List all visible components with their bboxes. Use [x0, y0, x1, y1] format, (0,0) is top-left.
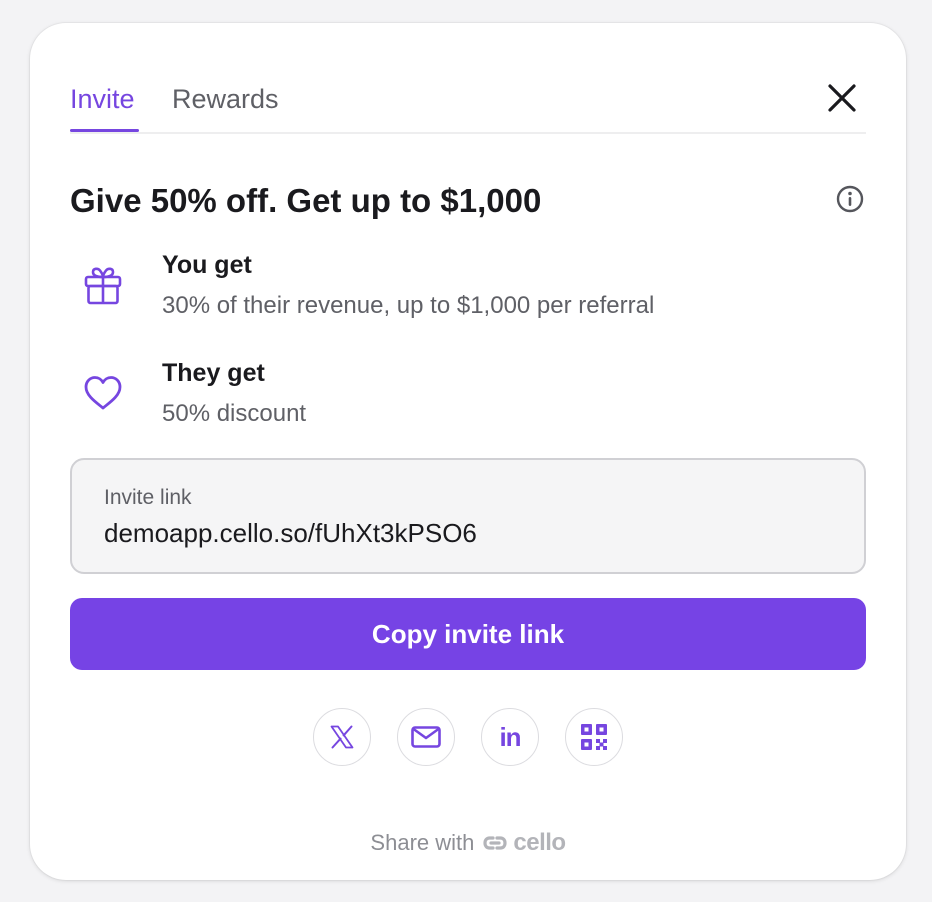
active-tab-indicator	[70, 129, 139, 132]
mail-icon	[411, 726, 441, 748]
footer: Share with cello	[30, 828, 906, 858]
copy-invite-link-button[interactable]: Copy invite link	[70, 598, 866, 670]
info-button[interactable]	[835, 184, 865, 214]
cello-brand-name: cello	[513, 829, 566, 856]
share-qr-code-button[interactable]	[565, 708, 623, 766]
close-button[interactable]	[824, 80, 860, 116]
you-get-description: 30% of their revenue, up to $1,000 per r…	[162, 292, 655, 319]
linkedin-icon: in	[499, 722, 521, 752]
share-x-button[interactable]	[313, 708, 371, 766]
cello-brand-link[interactable]: cello	[482, 828, 566, 858]
tab-invite[interactable]: Invite	[70, 81, 135, 117]
gift-icon	[80, 262, 126, 308]
tab-bar: Invite Rewards	[70, 81, 866, 134]
invite-link-label: Invite link	[104, 486, 192, 509]
headline: Give 50% off. Get up to $1,000	[70, 182, 542, 219]
cello-logo-icon	[483, 836, 507, 850]
referral-card: Invite Rewards Give 50% off. Get up to $…	[30, 23, 906, 880]
they-get-title: They get	[162, 359, 265, 387]
they-get-description: 50% discount	[162, 400, 307, 427]
close-icon	[828, 84, 856, 112]
x-icon	[330, 725, 354, 749]
you-get-title: You get	[162, 251, 252, 279]
info-icon	[836, 185, 864, 213]
invite-link-field[interactable]: Invite link demoapp.cello.so/fUhXt3kPSO6	[70, 458, 866, 574]
share-email-button[interactable]	[397, 708, 455, 766]
footer-share-with-text: Share with	[370, 830, 475, 855]
heart-icon	[80, 370, 126, 416]
invite-link-value[interactable]: demoapp.cello.so/fUhXt3kPSO6	[104, 516, 477, 550]
share-linkedin-button[interactable]: in	[481, 708, 539, 766]
qr-code-icon	[581, 724, 607, 750]
tab-rewards[interactable]: Rewards	[172, 81, 279, 117]
